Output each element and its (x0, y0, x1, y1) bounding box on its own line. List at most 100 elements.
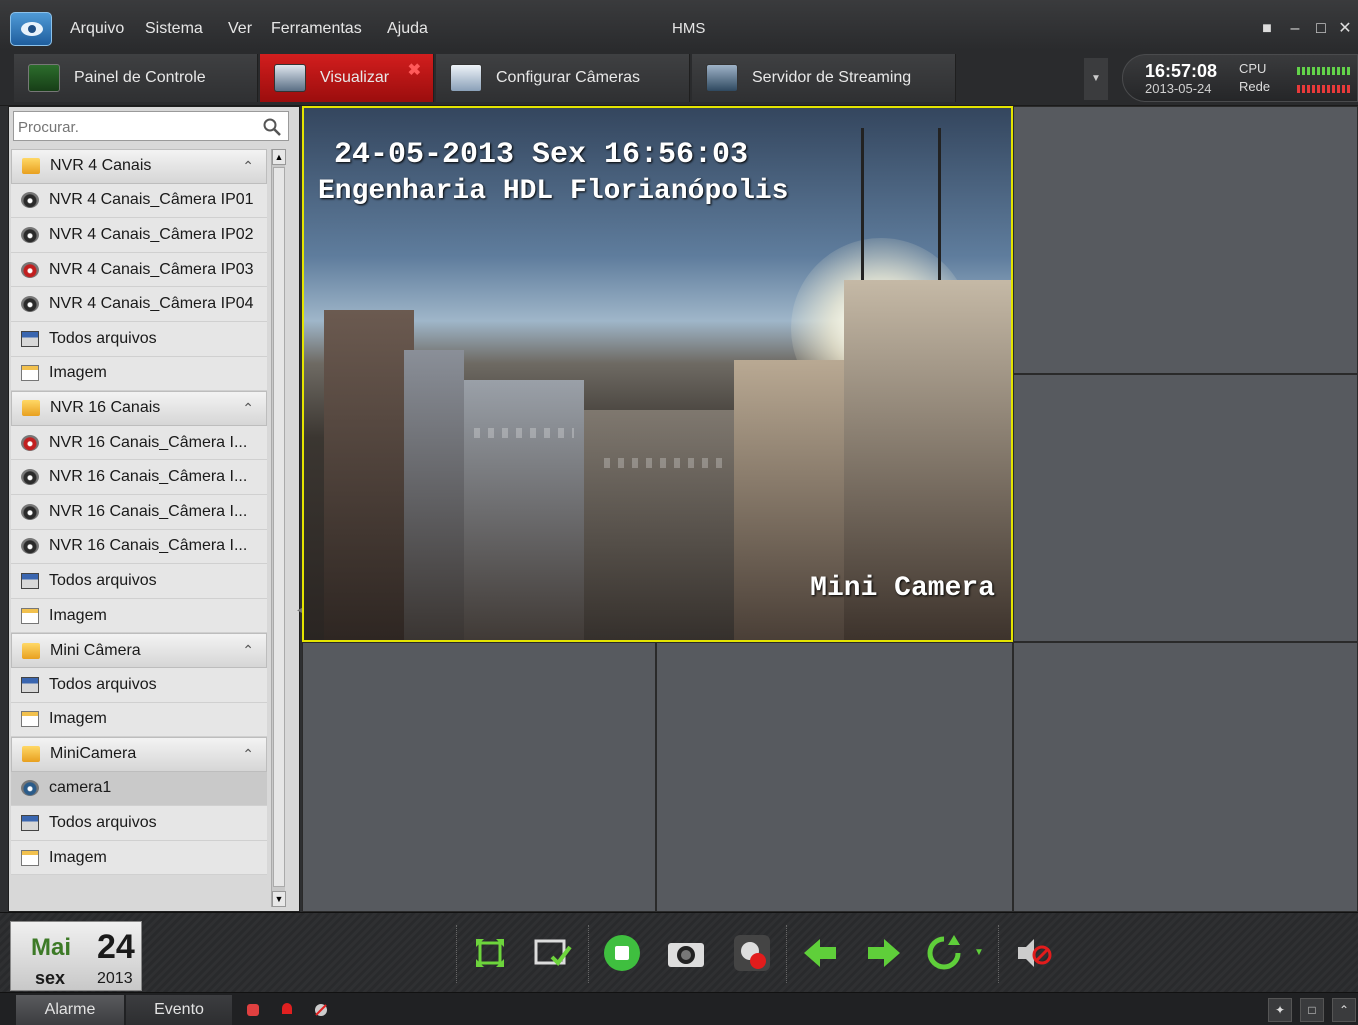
record-icon[interactable] (732, 933, 772, 973)
tab-visualizar[interactable]: Visualizar ✖ (260, 54, 434, 102)
scroll-down-button[interactable]: ▼ (272, 891, 286, 907)
tree-item[interactable]: Todos arquivos (11, 564, 267, 599)
tree-item[interactable]: Todos arquivos (11, 667, 267, 703)
tab-configurar-cameras[interactable]: Configurar Câmeras (436, 54, 690, 102)
search-icon[interactable] (262, 117, 282, 137)
tree-item[interactable]: Imagem (11, 840, 267, 876)
maximize-button[interactable]: □ (1310, 18, 1332, 40)
expand-button[interactable]: ⌃ (1332, 998, 1356, 1022)
camera-icon (21, 780, 39, 797)
tree-item[interactable]: NVR 4 Canais_Câmera IP04 (11, 287, 267, 322)
tab-dropdown-button[interactable]: ▼ (1084, 58, 1108, 100)
menu-arquivo[interactable]: Arquivo (70, 20, 124, 38)
image-icon (21, 711, 39, 728)
tree-item[interactable]: NVR 16 Canais_Câmera I... (11, 529, 267, 565)
alarm-bell-icon[interactable] (278, 1001, 296, 1019)
playback-toolbar: Mai 24 sex 2013 ▼ (0, 912, 1358, 992)
video-window-1[interactable]: 24-05-2013 Sex 16:56:03 Engenharia HDL F… (302, 106, 1013, 642)
lock-icon[interactable]: ■ (1256, 18, 1278, 40)
tree-item-label: Todos arquivos (49, 571, 157, 589)
pin-button[interactable]: ✦ (1268, 998, 1292, 1022)
mute-alarm-icon[interactable] (312, 1001, 330, 1019)
device-tree-panel: NVR 4 Canais ⌃ NVR 4 Canais_Câmera IP01 NVR… (8, 106, 305, 912)
menu-ver[interactable]: Ver (228, 20, 252, 38)
clock-time: 16:57:08 (1145, 61, 1218, 81)
image-icon (21, 365, 39, 382)
tab-painel-de-controle[interactable]: Painel de Controle (14, 54, 258, 102)
tree-item[interactable]: Imagem (11, 598, 267, 634)
camera-icon (21, 469, 39, 486)
menu-ferramentas[interactable]: Ferramentas (271, 20, 362, 38)
tree-item[interactable]: camera1 (11, 771, 267, 807)
tree-item-label: Imagem (49, 710, 107, 728)
search-input[interactable] (18, 116, 248, 138)
tree-group[interactable]: Mini Câmera ⌃ (11, 633, 267, 668)
cycle-dropdown-icon[interactable]: ▼ (974, 947, 988, 987)
tree-item-label: NVR 4 Canais_Câmera IP01 (49, 191, 254, 209)
layout-icon[interactable] (532, 933, 572, 973)
building (324, 310, 414, 640)
tab-servidor-de-streaming[interactable]: Servidor de Streaming (692, 54, 956, 102)
camera-icon (21, 434, 39, 451)
snapshot-icon[interactable] (666, 933, 706, 973)
video-window-6[interactable] (1013, 642, 1358, 912)
system-status-panel: 16:57:08 2013-05-24 CPU Rede (1122, 54, 1358, 102)
tree-item-label: Imagem (49, 364, 107, 382)
tree-group[interactable]: NVR 4 Canais ⌃ (11, 149, 267, 184)
camera-icon (21, 538, 39, 555)
video-window-3[interactable] (1013, 374, 1358, 642)
tree-item[interactable]: NVR 4 Canais_Câmera IP03 (11, 252, 267, 288)
restore-button[interactable]: □ (1300, 998, 1324, 1022)
toolbar-separator (456, 925, 457, 983)
tree-item[interactable]: NVR 16 Canais_Câmera I... (11, 425, 267, 461)
next-icon[interactable] (864, 933, 904, 973)
menu-sistema[interactable]: Sistema (145, 20, 203, 38)
tree-item[interactable]: Todos arquivos (11, 321, 267, 357)
scroll-up-button[interactable]: ▲ (272, 149, 286, 165)
tree-group[interactable]: MiniCamera ⌃ (11, 737, 267, 772)
device-tree: NVR 4 Canais ⌃ NVR 4 Canais_Câmera IP01 NVR… (11, 149, 267, 909)
tree-scrollbar[interactable]: ▲ ▼ (271, 149, 286, 907)
camera-icon (21, 503, 39, 520)
tab-alarme[interactable]: Alarme (16, 995, 124, 1025)
tree-group[interactable]: NVR 16 Canais ⌃ (11, 391, 267, 426)
tree-item-label: Imagem (49, 606, 107, 624)
tree-item[interactable]: NVR 16 Canais_Câmera I... (11, 460, 267, 495)
toolbar-separator (786, 925, 787, 983)
video-window-5[interactable] (656, 642, 1013, 912)
tree-item[interactable]: Imagem (11, 356, 267, 392)
main-tab-bar: Painel de Controle Visualizar ✖ Configur… (0, 50, 1358, 106)
tree-item-label: NVR 16 Canais_Câmera I... (49, 502, 248, 520)
chevron-up-icon[interactable]: ⌃ (242, 158, 254, 175)
app-logo-icon[interactable] (10, 12, 52, 46)
network-label: Rede (1239, 79, 1271, 94)
tree-item[interactable]: NVR 4 Canais_Câmera IP02 (11, 218, 267, 253)
tree-item[interactable]: NVR 4 Canais_Câmera IP01 (11, 183, 267, 219)
menu-ajuda[interactable]: Ajuda (387, 20, 428, 38)
tree-item[interactable]: Imagem (11, 702, 267, 738)
scroll-thumb[interactable] (273, 167, 285, 887)
tree-item[interactable]: NVR 16 Canais_Câmera I... (11, 494, 267, 530)
tab-evento[interactable]: Evento (126, 995, 232, 1025)
video-window-4[interactable] (302, 642, 656, 912)
previous-icon[interactable] (800, 933, 840, 973)
video-window-2[interactable] (1013, 106, 1358, 374)
folder-icon (22, 746, 40, 763)
minimize-button[interactable]: – (1284, 18, 1306, 40)
chevron-up-icon[interactable]: ⌃ (242, 642, 254, 659)
search-box (13, 111, 289, 141)
tree-item-label: NVR 16 Canais_Câmera I... (49, 433, 248, 451)
close-tab-icon[interactable]: ✖ (408, 60, 421, 80)
video-files-icon (21, 572, 39, 589)
mute-icon[interactable] (1014, 933, 1054, 973)
calendar-widget[interactable]: Mai 24 sex 2013 (10, 921, 142, 991)
cycle-icon[interactable] (924, 933, 964, 973)
tree-item[interactable]: Todos arquivos (11, 806, 267, 841)
chevron-up-icon[interactable]: ⌃ (242, 746, 254, 763)
fullscreen-icon[interactable] (470, 933, 510, 973)
close-button[interactable]: ✕ (1334, 18, 1356, 40)
chevron-up-icon[interactable]: ⌃ (242, 400, 254, 417)
stop-all-icon[interactable] (602, 933, 642, 973)
alarm-hand-icon[interactable] (244, 1001, 262, 1019)
tree-item-label: NVR 4 Canais_Câmera IP03 (49, 260, 254, 278)
